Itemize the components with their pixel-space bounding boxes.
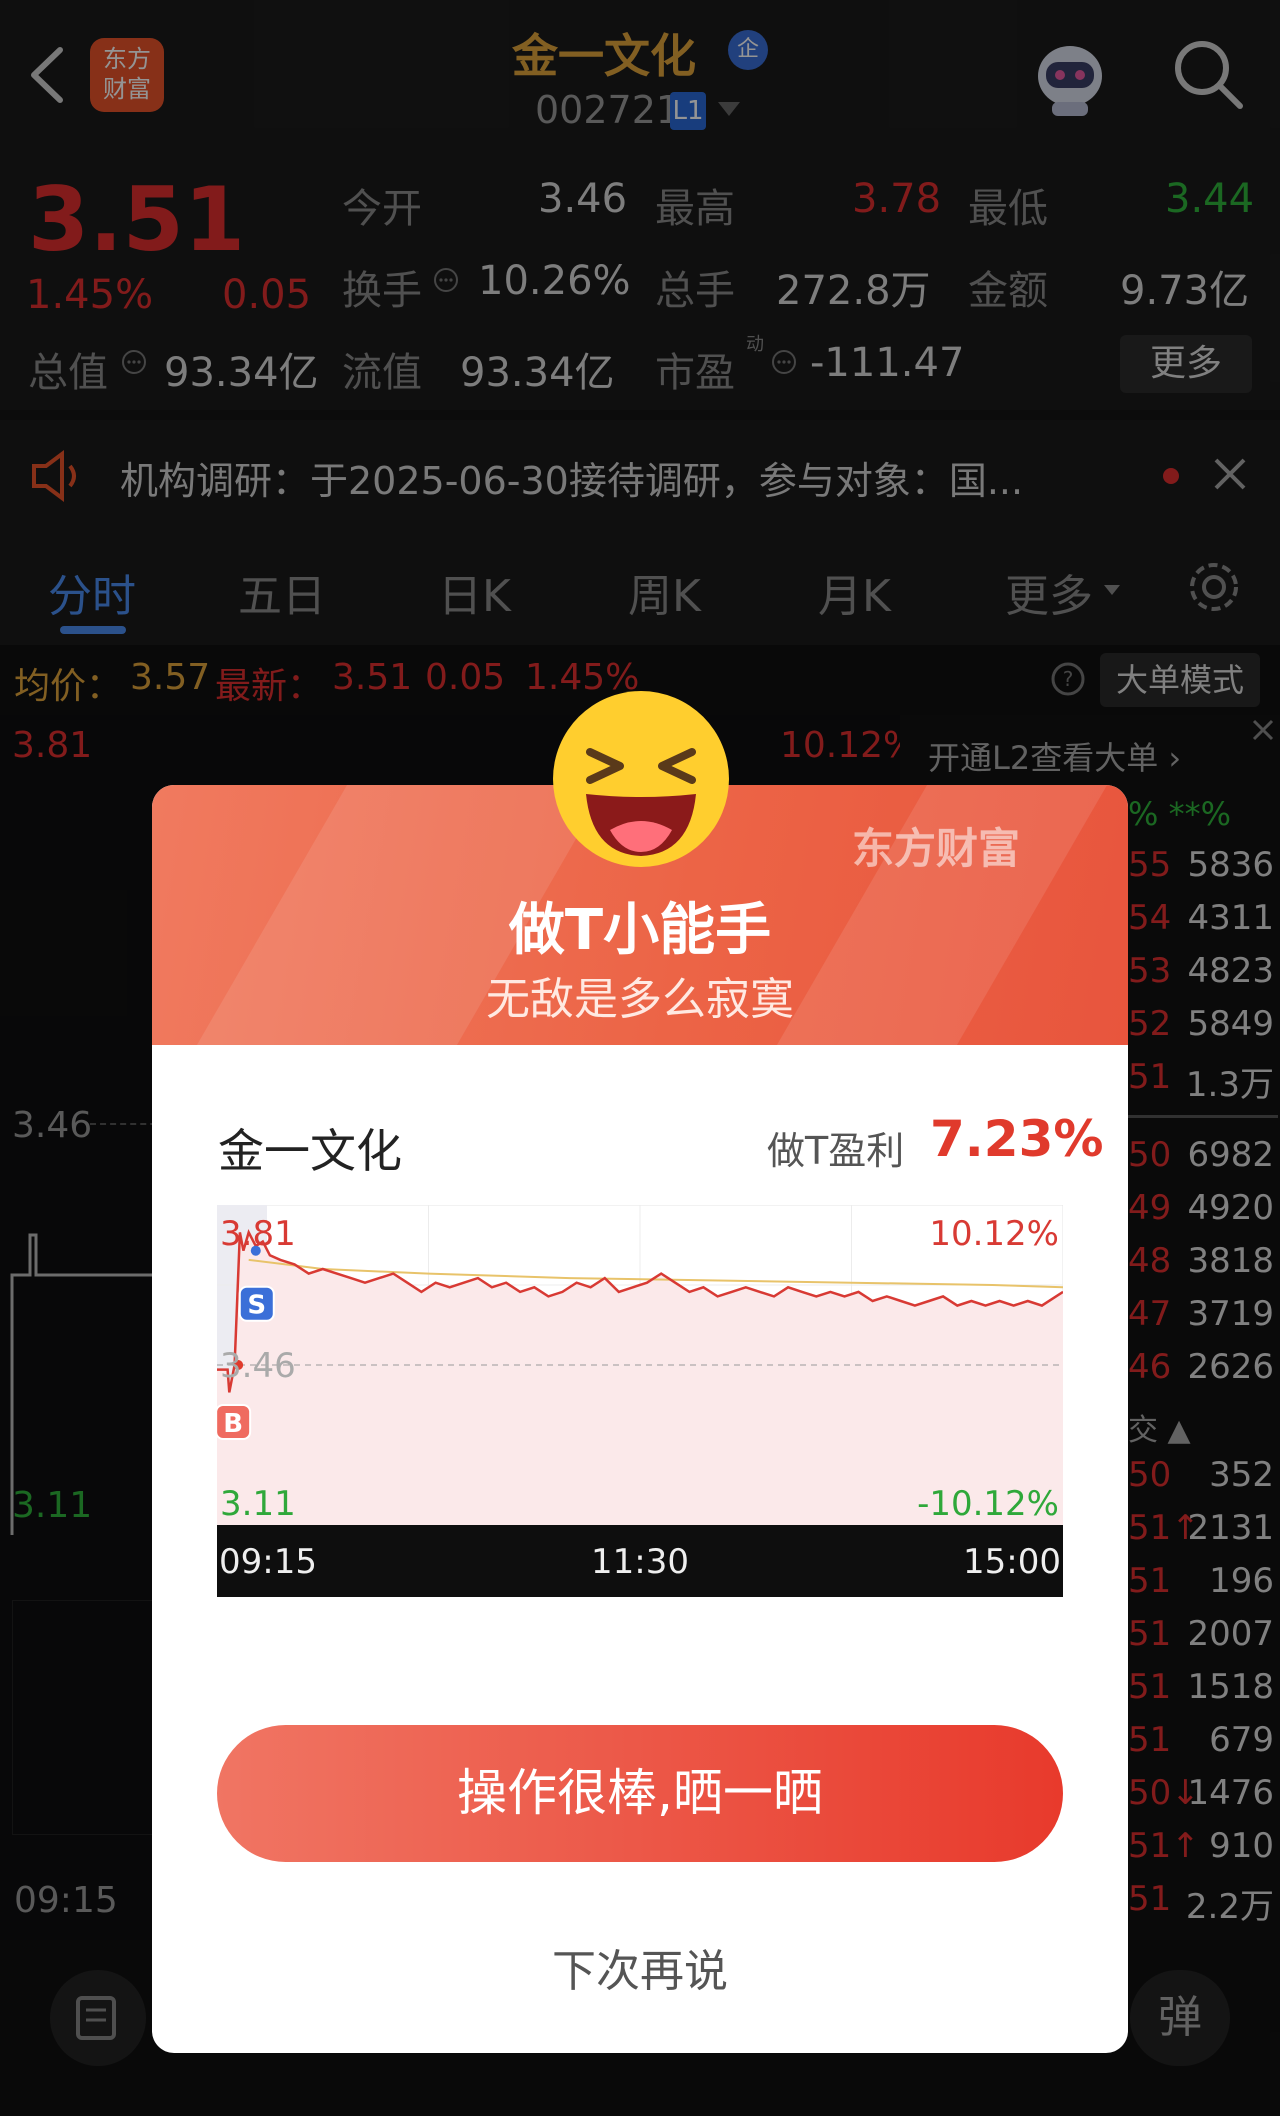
achievement-modal: 东方财富 做T小能手 无敌是多么寂寞 金一文化 做T盈利 7.23% S B 3.8… [152,785,1128,2053]
x-tick-mid: 11:30 [591,1542,689,1582]
brand-watermark: 东方财富 [852,824,1021,873]
y-tick-ref: 3.46 [220,1346,296,1386]
sell-marker-label: S [247,1291,266,1321]
profit-value: 7.23% [930,1110,1104,1168]
y-tick-bottom: 3.11 [220,1484,296,1524]
dismiss-button[interactable]: 下次再说 [152,1935,1128,1999]
y-tick-top: 3.81 [220,1214,296,1254]
mini-chart: S B 3.81 3.46 3.11 10.12% -10.12% 09:15 11:30 15:… [215,1204,1064,1597]
modal-subtitle: 无敌是多么寂寞 [486,974,794,1025]
buy-marker-label: B [223,1409,243,1439]
x-tick-end: 15:00 [963,1542,1061,1582]
x-tick-start: 09:15 [219,1542,317,1582]
modal-stock-name: 金一文化 [218,1124,402,1178]
modal-title: 做T小能手 [508,898,772,963]
share-button[interactable]: 操作很棒,晒一晒 [217,1725,1063,1862]
app-root: 东方 财富 金一文化 企 002721 L1 3.51 1.45% 0.05 总… [0,0,1280,2116]
profit-label: 做T盈利 [767,1129,905,1173]
y-tick-right-top: 10.12% [929,1214,1059,1254]
laughing-emoji-icon [550,688,732,870]
y-tick-right-bottom: -10.12% [917,1484,1059,1524]
